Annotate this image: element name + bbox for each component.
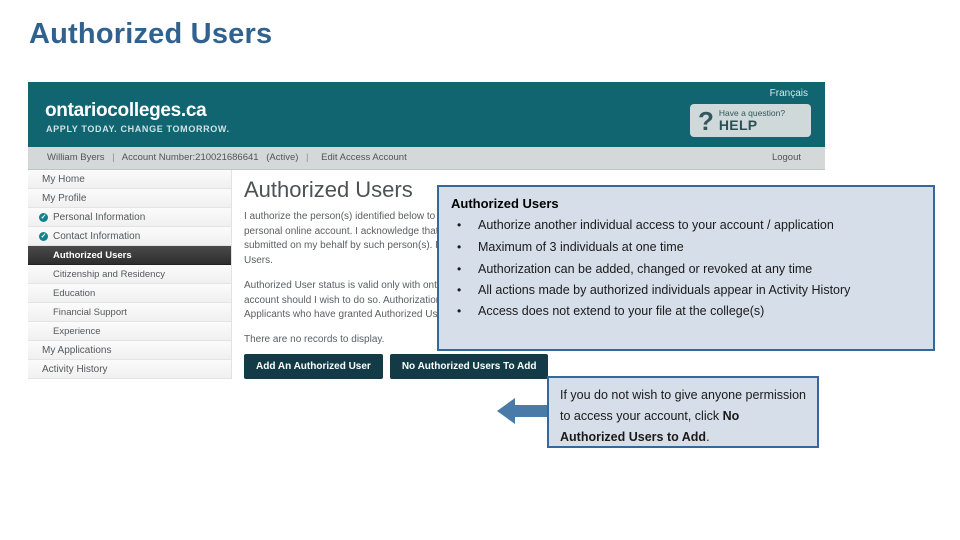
note-tail-text: . xyxy=(706,430,710,444)
check-circle-icon: ✓ xyxy=(39,232,48,241)
sidebar-item-label: Contact Information xyxy=(53,231,141,242)
account-info: William Byers | Account Number:210021686… xyxy=(47,152,407,163)
check-circle-icon: ✓ xyxy=(39,213,48,222)
sidebar-item-citizenship-and-residency[interactable]: Citizenship and Residency xyxy=(28,265,231,284)
separator: | xyxy=(112,152,115,163)
no-authorized-users-to-add-button[interactable]: No Authorized Users To Add xyxy=(389,353,549,379)
sidebar-item-education[interactable]: Education xyxy=(28,284,231,303)
sidebar-item-label: My Applications xyxy=(42,345,112,356)
arrow-left-icon xyxy=(497,398,553,424)
add-authorized-user-button[interactable]: Add An Authorized User xyxy=(244,353,383,379)
question-mark-icon: ? xyxy=(698,105,714,136)
sidebar-item-label: Authorized Users xyxy=(53,250,132,261)
note-lead-text: If you do not wish to give anyone permis… xyxy=(560,388,806,423)
sidebar-item-label: Citizenship and Residency xyxy=(53,269,165,280)
sidebar-item-my-profile[interactable]: My Profile xyxy=(28,189,231,208)
sidebar-item-authorized-users[interactable]: Authorized Users xyxy=(28,246,231,265)
callout-title: Authorized Users xyxy=(451,196,559,211)
list-item: All actions made by authorized individua… xyxy=(451,280,921,300)
list-item: Maximum of 3 individuals at one time xyxy=(451,236,921,258)
sidebar-item-financial-support[interactable]: Financial Support xyxy=(28,303,231,322)
account-number: Account Number:210021686641 xyxy=(121,152,259,163)
sidebar-item-contact-information[interactable]: ✓ Contact Information xyxy=(28,227,231,246)
logout-link[interactable]: Logout xyxy=(772,152,801,163)
sidebar-item-label: Financial Support xyxy=(53,307,127,318)
callout-authorized-users-bullets: Authorized Users Authorize another indiv… xyxy=(437,185,935,351)
sidebar-item-label: My Home xyxy=(42,174,85,185)
sidebar-item-label: Education xyxy=(53,288,96,299)
language-toggle-link[interactable]: Français xyxy=(770,88,808,99)
edit-access-account-link[interactable]: Edit Access Account xyxy=(316,152,407,163)
sidebar-item-label: Personal Information xyxy=(53,212,146,223)
list-item: Access does not extend to your file at t… xyxy=(451,300,921,322)
list-item: Authorize another individual access to y… xyxy=(451,214,921,236)
sidebar-nav: My Home My Profile ✓ Personal Informatio… xyxy=(28,170,232,379)
site-logo-text: ontariocolleges.ca xyxy=(45,100,207,121)
action-button-row: Add An Authorized User No Authorized Use… xyxy=(244,353,811,379)
account-status: (Active) xyxy=(266,152,299,163)
sidebar-item-personal-information[interactable]: ✓ Personal Information xyxy=(28,208,231,227)
site-tagline: APPLY TODAY. CHANGE TOMORROW. xyxy=(46,124,230,134)
site-header: ontariocolleges.ca APPLY TODAY. CHANGE T… xyxy=(28,82,825,147)
sidebar-item-my-home[interactable]: My Home xyxy=(28,170,231,189)
callout-bullet-list: Authorize another individual access to y… xyxy=(451,214,921,322)
sidebar-item-experience[interactable]: Experience xyxy=(28,322,231,341)
page-title: Authorized Users xyxy=(29,18,273,50)
list-item: Authorization can be added, changed or r… xyxy=(451,258,921,280)
account-bar: William Byers | Account Number:210021686… xyxy=(28,147,825,170)
account-user-name: William Byers xyxy=(47,152,105,163)
sidebar-item-label: My Profile xyxy=(42,193,87,204)
help-widget[interactable]: ? Have a question? HELP xyxy=(690,104,811,137)
callout-note-text: If you do not wish to give anyone permis… xyxy=(560,385,807,448)
sidebar-item-activity-history[interactable]: Activity History xyxy=(28,360,231,379)
callout-no-authorized-users-note: If you do not wish to give anyone permis… xyxy=(547,376,819,448)
sidebar-item-label: Activity History xyxy=(42,364,108,375)
sidebar-item-label: Experience xyxy=(53,326,101,337)
help-label: HELP xyxy=(718,116,758,133)
sidebar-item-my-applications[interactable]: My Applications xyxy=(28,341,231,360)
separator: | xyxy=(306,152,309,163)
